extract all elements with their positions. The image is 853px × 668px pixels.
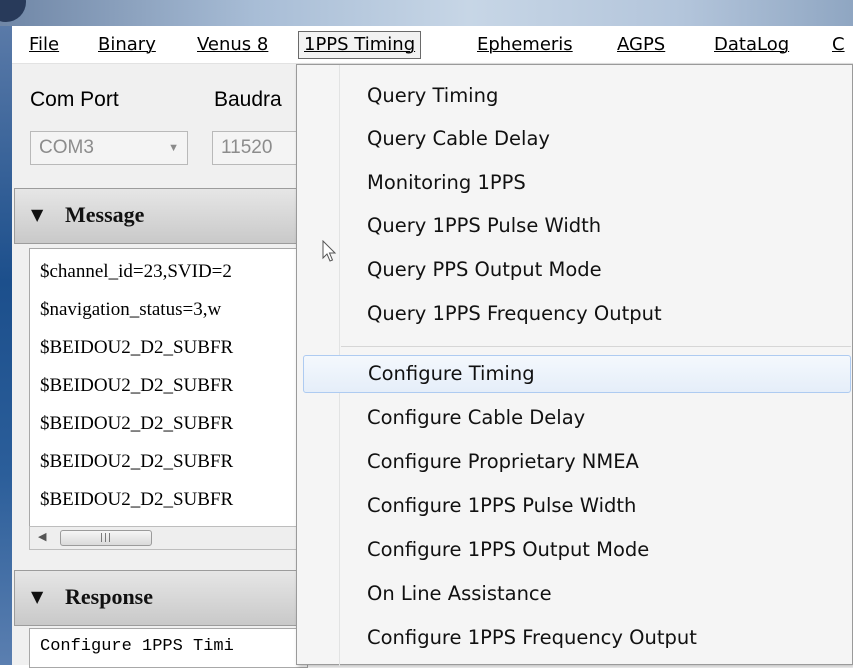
- com-port-label: Com Port: [30, 88, 119, 111]
- menu-item-configure-timing[interactable]: Configure Timing: [303, 355, 851, 393]
- message-panel-title: Message: [65, 202, 145, 227]
- menu-item-query-cable-delay[interactable]: Query Cable Delay: [297, 120, 852, 158]
- response-text: Configure 1PPS Timi: [40, 637, 234, 656]
- menu-venus8[interactable]: Venus 8: [192, 31, 273, 59]
- triangle-down-icon: ▼: [31, 205, 44, 224]
- menu-item-query-timing[interactable]: Query Timing: [297, 77, 852, 115]
- message-list[interactable]: $channel_id=23,SVID=2 $navigation_status…: [29, 248, 308, 550]
- menu-item-configure-cable-delay[interactable]: Configure Cable Delay: [297, 399, 852, 437]
- menu-item-query-pps-output-mode[interactable]: Query PPS Output Mode: [297, 251, 852, 289]
- message-line: $navigation_status=3,w: [40, 299, 222, 320]
- menu-ephemeris[interactable]: Ephemeris: [472, 31, 578, 59]
- menu-agps[interactable]: AGPS: [612, 31, 670, 59]
- message-horizontal-scrollbar[interactable]: ◀ |||: [29, 526, 308, 550]
- menu-item-monitoring-1pps[interactable]: Monitoring 1PPS: [297, 164, 852, 202]
- baudrate-select[interactable]: 11520: [212, 131, 308, 165]
- message-line: $BEIDOU2_D2_SUBFR: [40, 375, 234, 396]
- menu-separator: [341, 346, 851, 347]
- message-line: $channel_id=23,SVID=2: [40, 261, 232, 282]
- response-panel-title: Response: [65, 584, 154, 609]
- menu-item-query-1pps-frequency-output[interactable]: Query 1PPS Frequency Output: [297, 295, 852, 333]
- scrollbar-thumb[interactable]: |||: [60, 530, 152, 546]
- menu-item-configure-1pps-output-mode[interactable]: Configure 1PPS Output Mode: [297, 531, 852, 569]
- menu-binary[interactable]: Binary: [93, 31, 161, 59]
- com-port-value: COM3: [39, 137, 94, 158]
- menu-file[interactable]: File: [24, 31, 64, 59]
- menu-1pps-timing[interactable]: 1PPS Timing: [298, 31, 422, 59]
- menu-item-configure-1pps-pulse-width[interactable]: Configure 1PPS Pulse Width: [297, 487, 852, 525]
- message-panel-header[interactable]: ▼ Message: [14, 188, 308, 244]
- message-line: $BEIDOU2_D2_SUBFR: [40, 337, 234, 358]
- message-line: $BEIDOU2_D2_SUBFR: [40, 413, 234, 434]
- response-panel-header[interactable]: ▼ Response: [14, 570, 308, 626]
- chevron-down-icon: ▼: [168, 142, 179, 154]
- menu-item-query-1pps-pulse-width[interactable]: Query 1PPS Pulse Width: [297, 207, 852, 245]
- baudrate-value: 11520: [221, 137, 273, 158]
- menu-datalog[interactable]: DataLog: [709, 31, 794, 59]
- menu-more[interactable]: C: [827, 31, 850, 59]
- message-line: $BEIDOU2_D2_SUBFR: [40, 451, 234, 472]
- com-port-select[interactable]: COM3 ▼: [30, 131, 188, 165]
- menu-item-configure-proprietary-nmea[interactable]: Configure Proprietary NMEA: [297, 443, 852, 481]
- triangle-down-icon: ▼: [31, 587, 44, 606]
- menu-item-configure-1pps-frequency-output[interactable]: Configure 1PPS Frequency Output: [297, 619, 852, 657]
- message-line: $BEIDOU2_D2_SUBFR: [40, 489, 234, 510]
- mouse-pointer-icon: [322, 240, 337, 262]
- app-orb-icon: [0, 0, 26, 22]
- timing-dropdown-menu: Query Timing Query Cable Delay Monitorin…: [296, 64, 853, 666]
- window-title-bar: [0, 0, 853, 26]
- menu-bar: File Binary Venus 8 1PPS Timing Ephemeri…: [12, 26, 853, 64]
- menu-item-on-line-assistance[interactable]: On Line Assistance: [297, 575, 852, 613]
- baudrate-label: Baudra: [214, 88, 282, 111]
- arrow-left-icon[interactable]: ◀: [38, 530, 46, 543]
- response-text-area[interactable]: Configure 1PPS Timi: [29, 628, 308, 668]
- desktop-background-edge: [0, 26, 12, 665]
